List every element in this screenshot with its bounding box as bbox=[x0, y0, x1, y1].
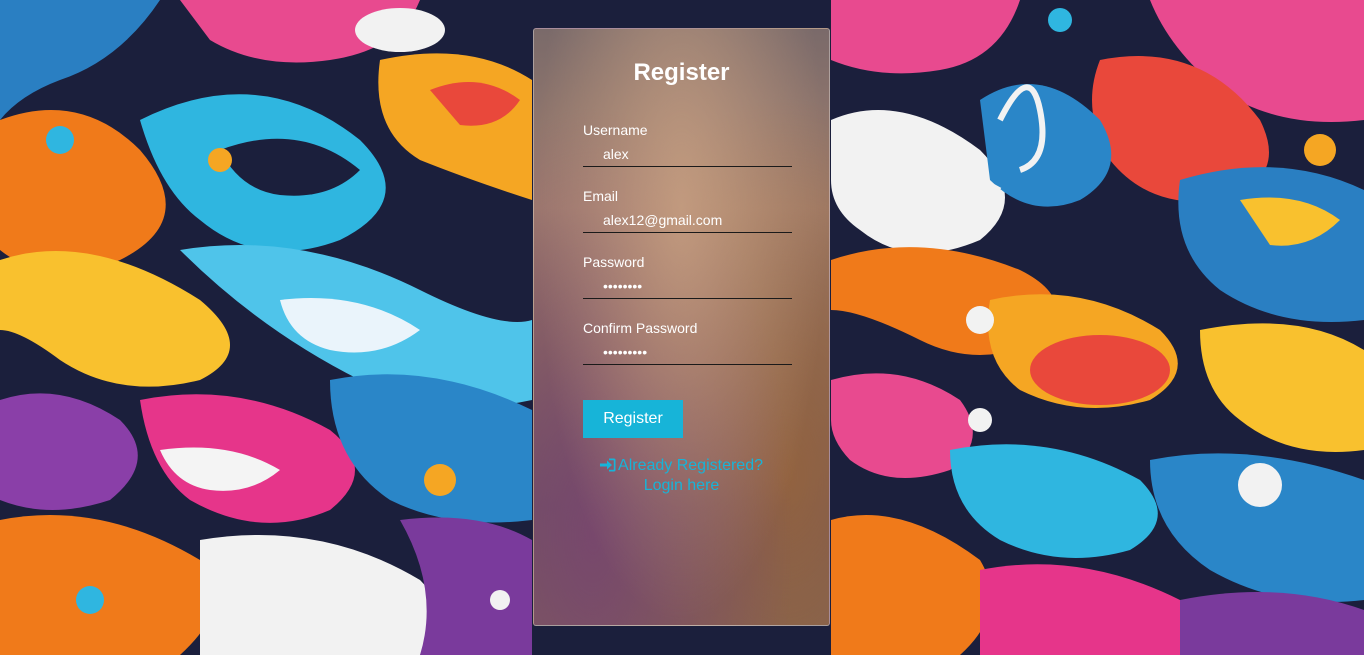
confirm-password-input[interactable] bbox=[583, 339, 792, 365]
password-label: Password bbox=[583, 254, 645, 270]
password-field: Password bbox=[583, 253, 792, 299]
login-link[interactable]: Already Registered? Login here bbox=[534, 457, 829, 495]
username-label: Username bbox=[583, 122, 648, 138]
confirm-password-field: Confirm Password bbox=[583, 319, 792, 365]
confirm-password-label: Confirm Password bbox=[583, 320, 698, 336]
register-card: Register Username Email Password Confirm… bbox=[533, 28, 830, 626]
sign-in-icon bbox=[600, 458, 616, 477]
username-input[interactable] bbox=[583, 141, 792, 167]
email-input[interactable] bbox=[583, 207, 792, 233]
page-title: Register bbox=[633, 59, 730, 86]
email-label: Email bbox=[583, 188, 619, 204]
login-link-line2: Login here bbox=[643, 477, 720, 494]
password-input[interactable] bbox=[583, 273, 792, 299]
email-field: Email bbox=[583, 187, 792, 233]
register-button[interactable]: Register bbox=[583, 400, 683, 438]
username-field: Username bbox=[583, 121, 792, 167]
login-link-line1: Already Registered? bbox=[618, 457, 763, 474]
